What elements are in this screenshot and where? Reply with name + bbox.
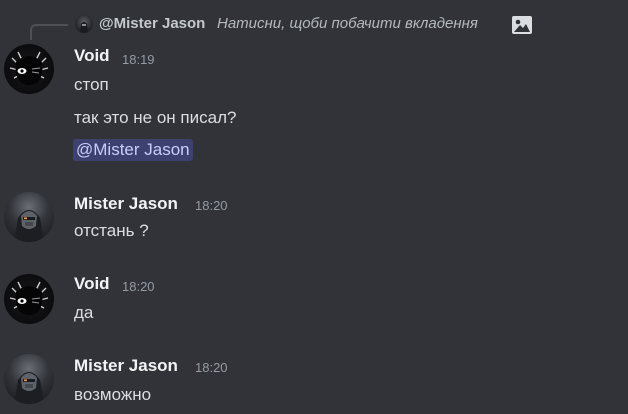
username[interactable]: Mister Jason — [74, 194, 178, 214]
timestamp[interactable]: 18:19 — [122, 52, 155, 67]
username[interactable]: Mister Jason — [74, 356, 178, 376]
message-text: возможно — [74, 385, 152, 404]
avatar[interactable] — [4, 274, 54, 324]
image-icon[interactable] — [511, 15, 533, 40]
username[interactable]: Void — [74, 46, 110, 66]
message-text: так это не он писал? — [74, 108, 237, 127]
reply-avatar[interactable] — [75, 15, 93, 33]
reply-attachment-hint[interactable]: Натисни, щоби побачити вкладення — [217, 15, 478, 32]
reply-author[interactable]: @Mister Jason — [99, 15, 205, 32]
avatar[interactable] — [4, 354, 54, 404]
user-mention[interactable]: @Mister Jason — [73, 139, 193, 161]
timestamp[interactable]: 18:20 — [195, 360, 228, 375]
message-text: да — [74, 303, 94, 322]
reply-preview[interactable]: @Mister Jason Натисни, щоби побачити вкл… — [0, 10, 628, 40]
timestamp[interactable]: 18:20 — [122, 279, 155, 294]
timestamp[interactable]: 18:20 — [195, 198, 228, 213]
message-text: стоп — [74, 75, 109, 94]
message-text: отстань ? — [74, 221, 149, 240]
chat-messages: @Mister Jason Натисни, щоби побачити вкл… — [0, 0, 628, 414]
avatar[interactable] — [4, 192, 54, 242]
reply-spine — [30, 24, 68, 40]
username[interactable]: Void — [74, 274, 110, 294]
avatar[interactable] — [4, 44, 54, 94]
